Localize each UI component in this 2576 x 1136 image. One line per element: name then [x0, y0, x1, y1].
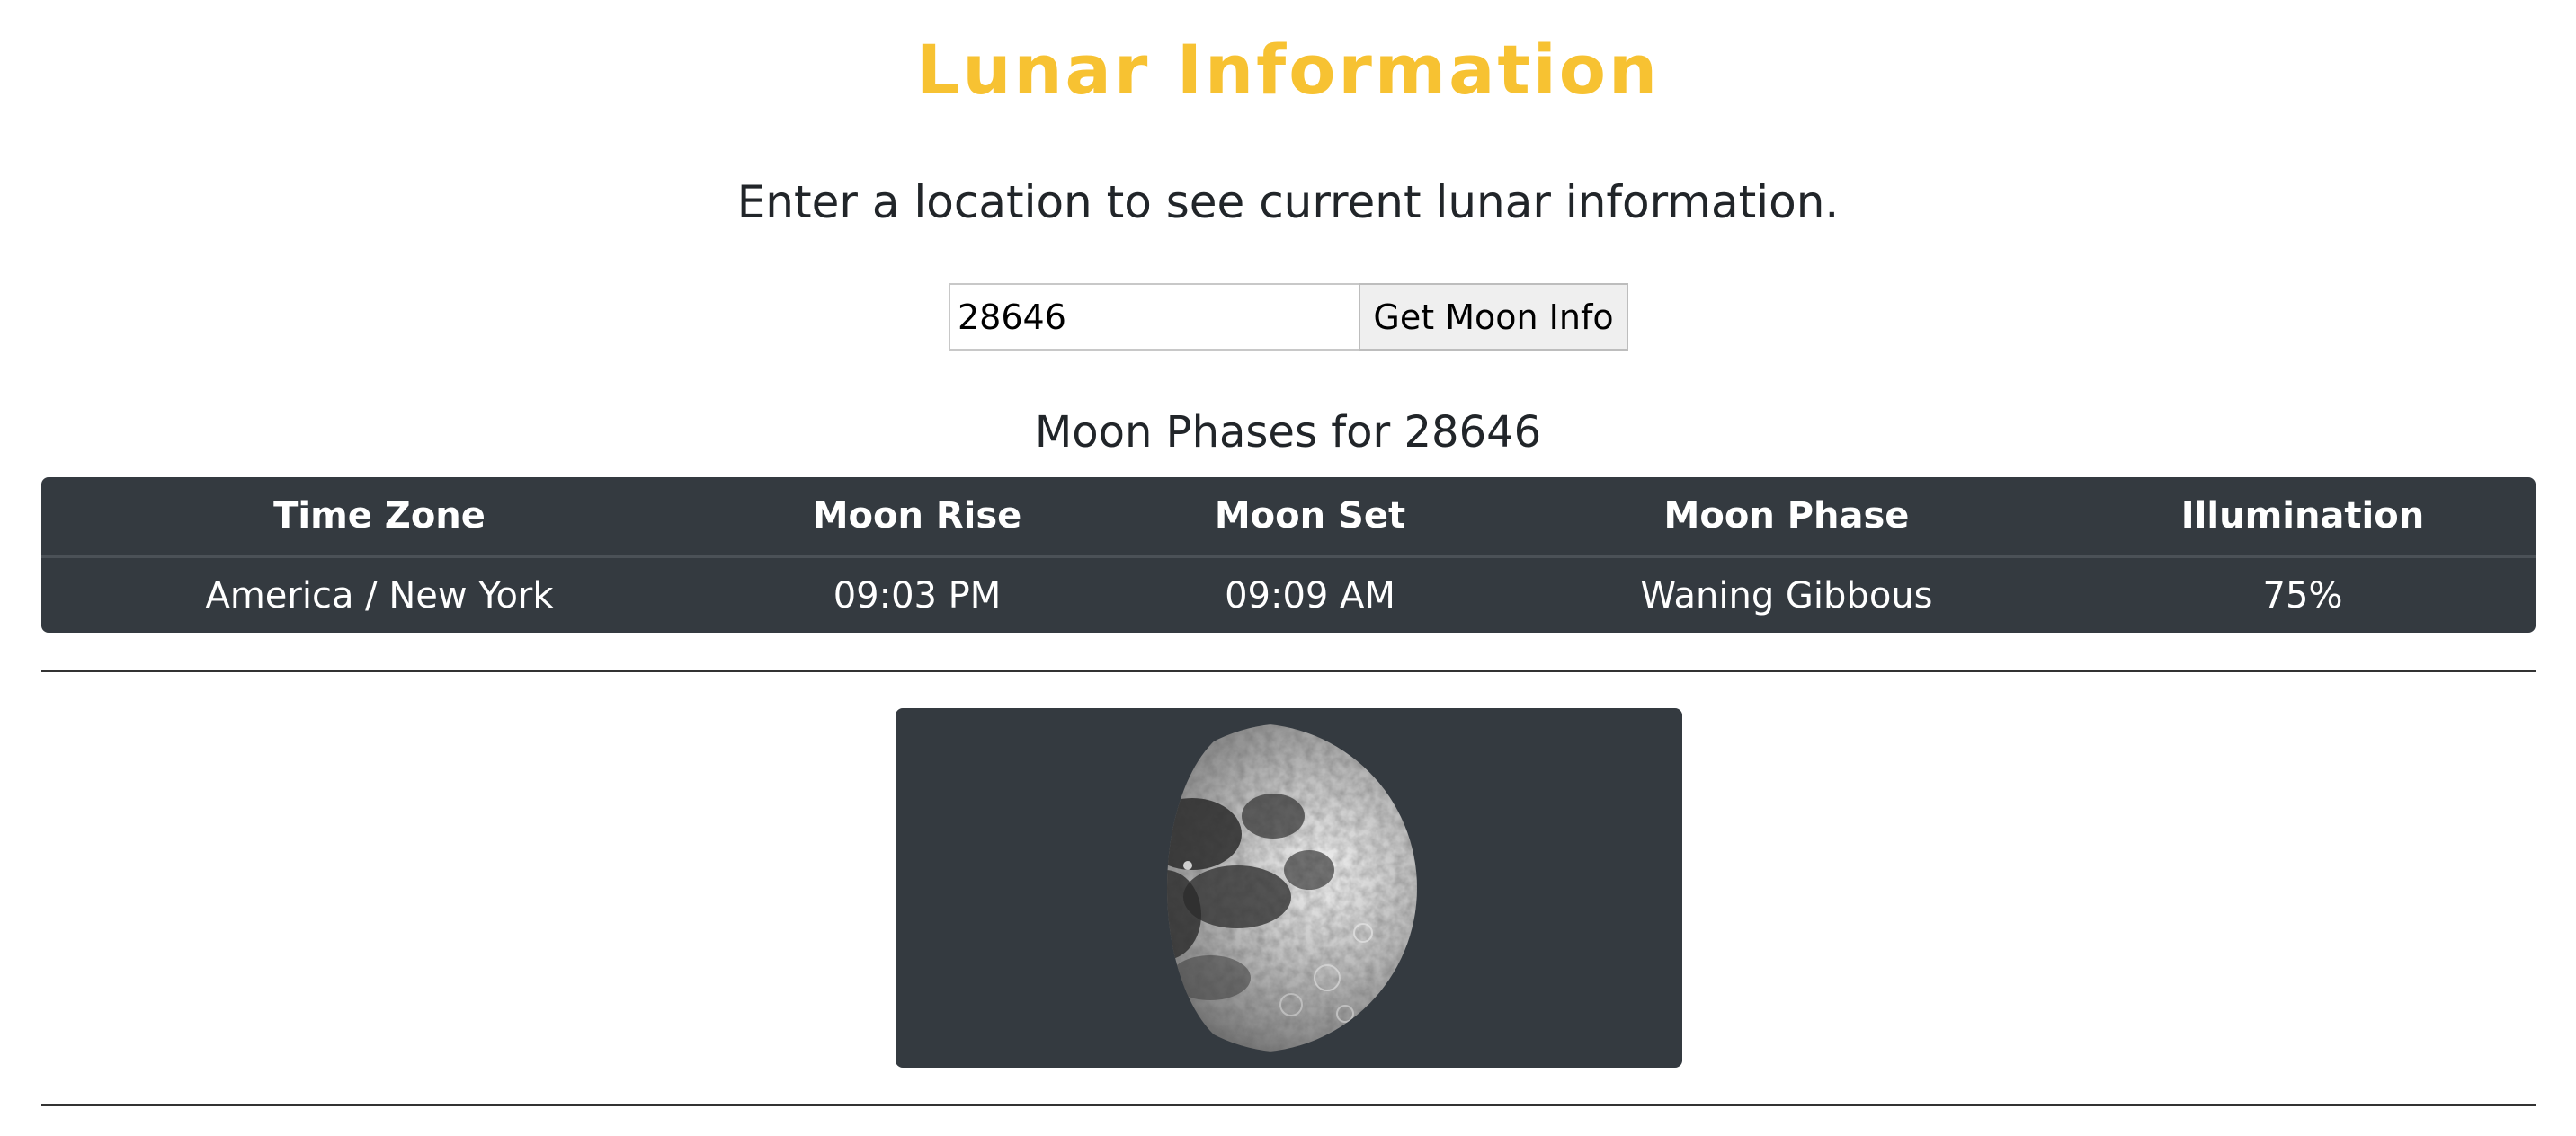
cell-moon-phase: Waning Gibbous — [1640, 574, 1933, 617]
table-header-row: Time Zone Moon Rise Moon Set Moon Phase … — [41, 477, 2536, 558]
moon-image-panel — [896, 708, 1682, 1068]
intro-text: Enter a location to see current lunar in… — [736, 176, 1840, 228]
cell-moon-rise: 09:03 PM — [833, 574, 1002, 617]
divider-bottom — [41, 1104, 2536, 1106]
moon-table-container: Time Zone Moon Rise Moon Set Moon Phase … — [41, 477, 2536, 633]
location-input[interactable] — [949, 283, 1359, 351]
table-row: America / New York 09:03 PM 09:09 AM Wan… — [41, 556, 2536, 633]
column-header-moon-rise: Moon Rise — [718, 477, 1117, 558]
column-header-moon-phase: Moon Phase — [1503, 477, 2070, 558]
moon-info-table: Time Zone Moon Rise Moon Set Moon Phase … — [41, 477, 2536, 633]
get-moon-info-button[interactable]: Get Moon Info — [1359, 283, 1628, 351]
page-title: Lunar Information — [915, 30, 1661, 110]
column-header-moon-set: Moon Set — [1117, 477, 1503, 558]
column-header-time-zone: Time Zone — [41, 477, 718, 558]
cell-moon-set: 09:09 AM — [1225, 574, 1395, 617]
divider-top — [41, 670, 2536, 672]
results-title: Moon Phases for 28646 — [1034, 407, 1542, 457]
cell-illumination: 75% — [2262, 574, 2343, 617]
page: Lunar Information Enter a location to se… — [0, 0, 2576, 1136]
cell-time-zone: America / New York — [205, 574, 554, 617]
moon-lit-surface — [1167, 723, 1417, 1052]
moon-phase-image — [1167, 723, 1417, 1052]
search-form: Get Moon Info — [949, 283, 1628, 351]
column-header-illumination: Illumination — [2070, 477, 2536, 558]
